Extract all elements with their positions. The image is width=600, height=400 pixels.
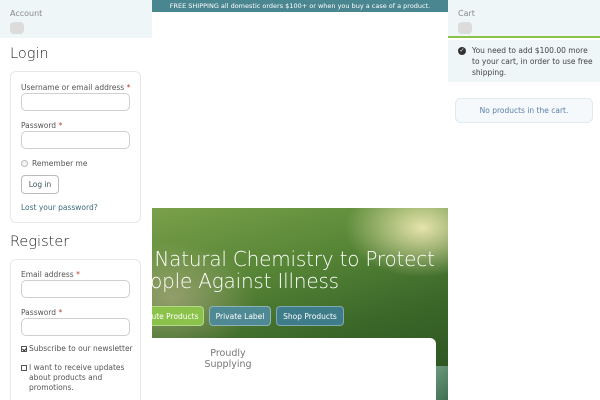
register-password-label-text: Password	[21, 308, 57, 317]
supplying-card: Proudly Supplying	[116, 338, 436, 400]
account-panel: Account Login Username or email address …	[0, 0, 152, 400]
required-mark: *	[76, 270, 80, 279]
email-label-text: Email address	[21, 270, 74, 279]
password-label: Password *	[21, 121, 62, 130]
updates-label: I want to receive updates about products…	[29, 363, 125, 392]
email-label: Email address *	[21, 270, 80, 279]
password-input[interactable]	[21, 131, 130, 149]
leaf-image	[436, 366, 448, 400]
login-button[interactable]: Log in	[21, 175, 59, 194]
free-shipping-notice-text: You need to add $100.00 more to your car…	[472, 46, 593, 77]
account-panel-header: Account	[0, 0, 152, 38]
required-mark: *	[126, 83, 131, 92]
register-password-label: Password *	[21, 308, 62, 317]
password-label-text: Password	[21, 121, 57, 130]
required-mark: *	[58, 121, 63, 130]
cart-close-button[interactable]	[458, 22, 472, 34]
remember-label: Remember me	[32, 159, 88, 168]
hero-button-private-label[interactable]: Private Label	[209, 306, 271, 326]
login-form: Username or email address * Password * R…	[10, 71, 141, 223]
cart-panel: Cart ✓ You need to add $100.00 more to y…	[448, 0, 600, 400]
cart-empty-message: No products in the cart.	[455, 98, 593, 123]
register-heading: Register	[10, 234, 70, 250]
hero-button-shop-products[interactable]: Shop Products	[276, 306, 344, 326]
username-label-text: Username or email address	[21, 83, 125, 92]
announcement-bar: FREE SHIPPING all domestic orders $100+ …	[152, 0, 448, 12]
login-heading: Login	[10, 46, 49, 62]
newsletter-checkbox[interactable]	[21, 346, 27, 352]
email-input[interactable]	[21, 280, 130, 298]
hero-heading: s Natural Chemistry to Protect eople Aga…	[152, 247, 435, 293]
cart-title: Cart	[458, 9, 475, 18]
register-password-input[interactable]	[21, 318, 130, 336]
required-mark: *	[58, 308, 63, 317]
remember-checkbox[interactable]	[21, 160, 28, 167]
newsletter-label: Subscribe to our newsletter	[29, 344, 133, 353]
supplying-text: Proudly Supplying	[204, 348, 252, 370]
username-input[interactable]	[21, 93, 130, 111]
cart-panel-header: Cart	[448, 0, 600, 38]
lost-password-link[interactable]: Lost your password?	[21, 203, 98, 212]
username-label: Username or email address *	[21, 83, 130, 92]
check-circle-icon: ✓	[458, 47, 466, 55]
account-title: Account	[10, 9, 43, 18]
free-shipping-notice: ✓ You need to add $100.00 more to your c…	[448, 40, 600, 82]
register-form: Email address * Password * Subscribe to …	[10, 259, 141, 400]
account-close-button[interactable]	[10, 22, 24, 34]
updates-checkbox[interactable]	[21, 365, 27, 371]
hero-button-products[interactable]: ute Products	[152, 306, 204, 326]
